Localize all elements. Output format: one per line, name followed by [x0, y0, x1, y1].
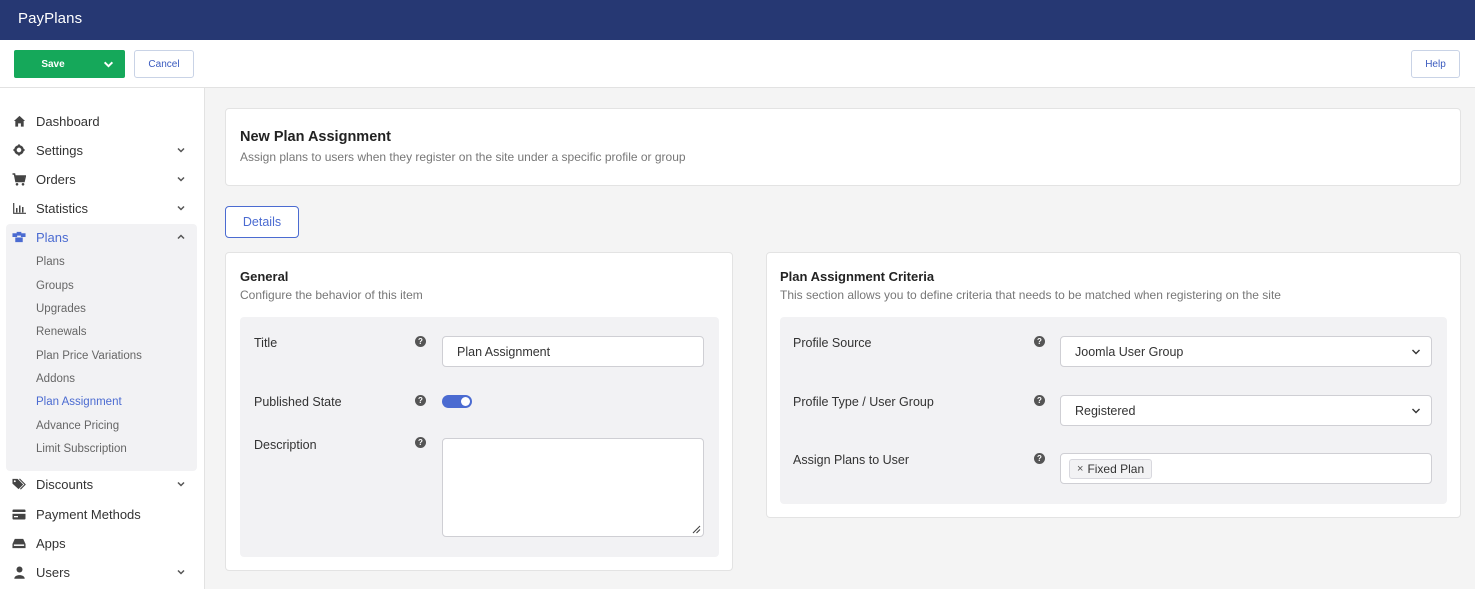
profile-source-label: Profile Source	[793, 336, 872, 350]
page-header-card: New Plan Assignment Assign plans to user…	[225, 108, 1461, 186]
published-state-label: Published State	[254, 395, 342, 409]
submenu-item-upgrades[interactable]: Upgrades	[36, 303, 86, 315]
gear-icon	[12, 143, 26, 157]
chevron-down-icon	[175, 566, 187, 578]
cancel-button[interactable]: Cancel	[134, 50, 194, 78]
title-label: Title	[254, 336, 278, 350]
question-icon[interactable]: ?	[1034, 453, 1045, 464]
description-label: Description	[254, 438, 317, 452]
sidebar-item-label: Payment Methods	[36, 506, 141, 522]
chevron-down-icon	[175, 144, 187, 156]
tab-details[interactable]: Details	[225, 206, 299, 238]
sidebar-item-label: Dashboard	[36, 113, 100, 129]
profile-type-label: Profile Type / User Group	[793, 395, 934, 409]
bar-chart-icon	[12, 201, 26, 215]
page-title: New Plan Assignment	[240, 129, 391, 145]
sidebar-item-label: Apps	[36, 535, 66, 551]
selected-plan-chip: × Fixed Plan	[1069, 459, 1153, 479]
sidebar-item-discounts[interactable]: Discounts	[0, 470, 205, 498]
cart-icon	[12, 172, 26, 186]
profile-type-value: Registered	[1075, 403, 1136, 418]
question-icon[interactable]: ?	[415, 437, 426, 448]
question-icon[interactable]: ?	[1034, 336, 1045, 347]
submenu-item-advance-pricing[interactable]: Advance Pricing	[36, 420, 119, 432]
general-title: General	[240, 269, 289, 284]
chevron-down-icon	[175, 478, 187, 490]
sidebar-item-users[interactable]: Users	[0, 558, 205, 586]
chevron-down-icon	[1412, 349, 1420, 354]
submenu-item-plan-assignment[interactable]: Plan Assignment	[36, 396, 122, 408]
home-icon	[12, 114, 26, 128]
toggle-knob	[461, 397, 470, 406]
sidebar-item-label: Statistics	[36, 200, 89, 216]
sidebar-item-label: Plans	[36, 229, 69, 245]
cubes-icon	[12, 230, 26, 244]
save-dropdown-toggle[interactable]	[92, 50, 125, 78]
sidebar-item-statistics[interactable]: Statistics	[0, 194, 205, 222]
remove-chip-icon[interactable]: ×	[1077, 463, 1083, 475]
general-subtitle: Configure the behavior of this item	[240, 288, 423, 302]
sidebar-item-label: Users	[36, 564, 70, 580]
brand-logo[interactable]: PayPlans	[18, 10, 82, 27]
top-bar: PayPlans	[0, 0, 1475, 40]
title-input[interactable]: Plan Assignment	[442, 336, 704, 367]
assign-plans-multiselect[interactable]: × Fixed Plan	[1060, 453, 1432, 484]
profile-source-value: Joomla User Group	[1075, 344, 1184, 359]
submenu-item-plans[interactable]: Plans	[36, 256, 65, 268]
sidebar-item-label: Orders	[36, 171, 76, 187]
chevron-down-icon	[1412, 408, 1420, 413]
profile-source-select[interactable]: Joomla User Group	[1060, 336, 1432, 367]
criteria-title: Plan Assignment Criteria	[780, 269, 935, 284]
submenu-item-groups[interactable]: Groups	[36, 280, 74, 292]
submenu-item-plan-price-variations[interactable]: Plan Price Variations	[36, 350, 142, 362]
page-subtitle: Assign plans to users when they register…	[240, 150, 686, 164]
apps-icon	[12, 536, 26, 550]
sidebar-item-label: Discounts	[36, 476, 94, 492]
sidebar-item-orders[interactable]: Orders	[0, 165, 205, 193]
resize-handle-icon[interactable]	[692, 525, 701, 534]
chevron-down-icon	[175, 173, 187, 185]
chip-label: Fixed Plan	[1087, 462, 1145, 476]
question-icon[interactable]: ?	[1034, 395, 1045, 406]
sidebar-item-payment-methods[interactable]: Payment Methods	[0, 500, 205, 528]
help-button[interactable]: Help	[1411, 50, 1460, 78]
submenu-item-addons[interactable]: Addons	[36, 373, 75, 385]
credit-card-icon	[12, 507, 26, 521]
plans-submenu-panel	[6, 224, 197, 471]
sidebar-item-settings[interactable]: Settings	[0, 136, 205, 164]
criteria-subtitle: This section allows you to define criter…	[780, 288, 1281, 302]
toolbar: Save Cancel Help	[0, 40, 1475, 88]
description-textarea[interactable]	[442, 438, 704, 537]
save-button-group: Save	[14, 50, 125, 78]
profile-type-select[interactable]: Registered	[1060, 395, 1432, 426]
chevron-down-icon	[103, 61, 114, 68]
save-button[interactable]: Save	[14, 50, 92, 78]
published-state-toggle[interactable]	[442, 395, 472, 408]
question-icon[interactable]: ?	[415, 336, 426, 347]
assign-plans-label: Assign Plans to User	[793, 453, 910, 467]
tags-icon	[12, 477, 26, 491]
chevron-up-icon	[175, 231, 187, 243]
user-icon	[12, 565, 26, 579]
chevron-down-icon	[175, 202, 187, 214]
question-icon[interactable]: ?	[415, 395, 426, 406]
sidebar-item-apps[interactable]: Apps	[0, 529, 205, 557]
sidebar: Dashboard Settings Orders Statistics Pla…	[0, 88, 205, 589]
sidebar-item-label: Settings	[36, 142, 83, 158]
sidebar-item-plans[interactable]: Plans	[0, 223, 205, 251]
submenu-item-renewals[interactable]: Renewals	[36, 326, 87, 338]
submenu-item-limit-subscription[interactable]: Limit Subscription	[36, 443, 127, 455]
sidebar-item-dashboard[interactable]: Dashboard	[0, 107, 205, 135]
